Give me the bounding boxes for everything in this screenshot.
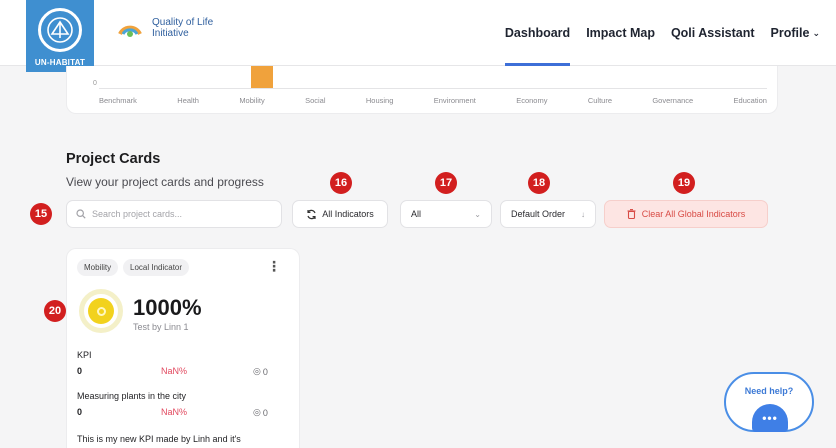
chart-category: Housing — [365, 96, 394, 105]
kpi-name: This is my new KPI made by Linh and it's — [77, 434, 241, 444]
indicator-type-tag: Local Indicator — [123, 259, 190, 276]
category-chart: 0 Benchmark Health Mobility Social Housi… — [66, 66, 778, 114]
chart-zero-tick: 0 — [93, 80, 97, 87]
kpi-percentage: NaN% — [161, 407, 188, 417]
project-card[interactable]: Mobility Local Indicator ⋮ 1000% Test by… — [66, 248, 300, 448]
section-title: Project Cards — [66, 151, 161, 167]
clear-global-indicators-label: Clear All Global Indicators — [641, 209, 746, 219]
chart-category: Benchmark — [99, 96, 137, 105]
un-habitat-logo[interactable]: UN-HABITAT — [26, 0, 94, 72]
chat-bubble-icon: ••• — [752, 404, 788, 432]
target-icon: ◎ — [253, 407, 261, 417]
chevron-down-icon: ⌄ — [812, 27, 820, 38]
refresh-icon — [307, 209, 316, 219]
category-tag: Mobility — [77, 259, 119, 276]
annotation-marker-17: 17 — [435, 172, 457, 194]
qol-mark-icon — [118, 25, 142, 37]
kpi-count-value: 0 — [262, 366, 268, 377]
kpi-count: ◎ 0 — [253, 366, 268, 377]
all-indicators-button[interactable]: All Indicators — [292, 200, 388, 228]
chart-category: Economy — [516, 96, 548, 105]
more-options-icon[interactable]: ⋮ — [267, 258, 281, 275]
chart-category: Health — [177, 96, 199, 105]
all-indicators-label: All Indicators — [322, 209, 374, 219]
chart-category: Education — [733, 96, 767, 105]
progress-ring — [79, 289, 123, 333]
nav-profile-label: Profile — [770, 26, 810, 40]
nav-qoli-assistant[interactable]: Qoli Assistant — [671, 0, 755, 66]
need-help-label: Need help? — [744, 386, 794, 396]
qol-logo-line1: Quality of Life — [152, 17, 214, 28]
qol-initiative-logo[interactable]: Quality of Life Initiative — [114, 12, 213, 44]
annotation-marker-19: 19 — [673, 172, 695, 194]
progress-ring-core — [88, 298, 114, 324]
kpi-percentage: NaN% — [161, 366, 188, 376]
target-icon: ◎ — [253, 366, 261, 376]
section-subtitle: View your project cards and progress — [66, 175, 264, 189]
main-nav: Dashboard Impact Map Qoli Assistant Prof… — [504, 0, 820, 66]
order-select-value: Default Order — [511, 209, 566, 219]
nav-profile[interactable]: Profile ⌄ — [771, 0, 820, 66]
nav-impact-map[interactable]: Impact Map — [586, 0, 655, 66]
chevron-down-icon: ⌄ — [474, 209, 481, 219]
filter-select[interactable]: All ⌄ — [400, 200, 492, 228]
chart-category: Mobility — [239, 96, 265, 105]
un-emblem-icon — [38, 8, 82, 52]
search-box[interactable] — [66, 200, 282, 228]
kpi-count: ◎ 0 — [253, 407, 268, 418]
kpi-name: KPI — [77, 350, 92, 360]
trash-icon — [627, 209, 636, 219]
sort-arrow-icon: ↓ — [581, 209, 585, 219]
kpi-count-value: 0 — [262, 407, 268, 418]
nav-dashboard[interactable]: Dashboard — [504, 0, 571, 66]
annotation-marker-16: 16 — [330, 172, 352, 194]
search-input[interactable] — [92, 209, 262, 219]
annotation-marker-20: 20 — [44, 300, 66, 322]
chart-axis — [99, 88, 767, 89]
kpi-value: 0 — [77, 366, 83, 376]
annotation-marker-18: 18 — [528, 172, 550, 194]
annotation-marker-15: 15 — [30, 203, 52, 225]
clear-global-indicators-button[interactable]: Clear All Global Indicators — [604, 200, 768, 228]
chart-bar-mobility[interactable] — [251, 66, 273, 88]
card-title: Test by Linn 1 — [133, 322, 189, 332]
need-help-widget[interactable]: Need help? ••• — [724, 372, 814, 432]
chart-category: Environment — [433, 96, 476, 105]
kpi-name: Measuring plants in the city — [77, 391, 187, 401]
chart-categories: Benchmark Health Mobility Social Housing… — [99, 96, 767, 105]
order-select[interactable]: Default Order ↓ — [500, 200, 596, 228]
kpi-value: 0 — [77, 407, 83, 417]
chart-category: Culture — [587, 96, 612, 105]
top-header: UN-HABITAT Quality of Life Initiative Da… — [0, 0, 836, 72]
qol-logo-line2: Initiative — [152, 28, 189, 39]
chart-category: Social — [305, 96, 326, 105]
progress-value: 1000% — [133, 295, 202, 320]
qol-logo-text: Quality of Life Initiative — [152, 17, 213, 39]
chart-category: Governance — [652, 96, 694, 105]
search-icon — [76, 209, 86, 219]
target-icon — [96, 306, 106, 316]
filter-select-value: All — [411, 209, 422, 219]
